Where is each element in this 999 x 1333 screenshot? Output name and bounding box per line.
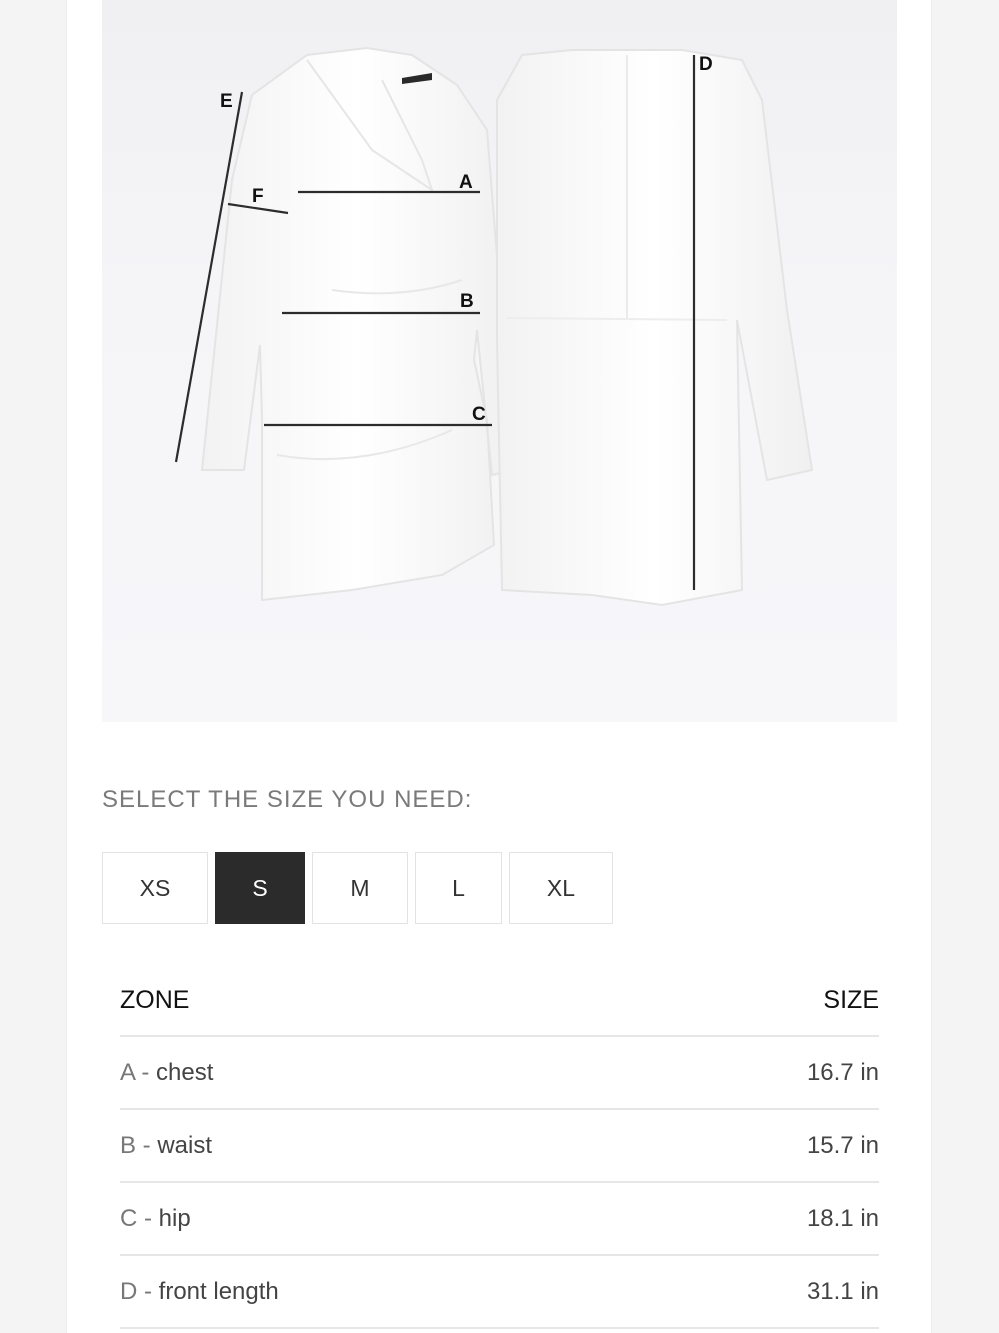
zone-cell: B - waist bbox=[120, 1132, 212, 1160]
table-row: C - hip 18.1 in bbox=[120, 1183, 879, 1256]
zone-cell: A - chest bbox=[120, 1059, 213, 1087]
size-option-xs[interactable]: XS bbox=[102, 852, 208, 924]
label-a: A bbox=[459, 172, 473, 193]
zone-cell: D - front length bbox=[120, 1278, 279, 1306]
label-c: C bbox=[472, 404, 486, 425]
size-option-l[interactable]: L bbox=[415, 852, 502, 924]
size-column-header: SIZE bbox=[823, 985, 879, 1014]
zone-column-header: ZONE bbox=[120, 985, 190, 1014]
size-table-header: ZONE SIZE bbox=[120, 965, 879, 1037]
zone-separator: - bbox=[137, 1204, 159, 1232]
label-b: B bbox=[460, 291, 474, 312]
label-f: F bbox=[252, 186, 264, 207]
zone-letter: B bbox=[120, 1131, 137, 1159]
zone-cell: C - hip bbox=[120, 1205, 191, 1233]
dress-back bbox=[496, 49, 814, 607]
size-option-s[interactable]: S bbox=[215, 852, 305, 924]
zone-separator: - bbox=[134, 1058, 157, 1086]
size-selector-title: SELECT THE SIZE YOU NEED: bbox=[102, 786, 473, 813]
zone-letter: C bbox=[120, 1204, 138, 1232]
zone-name: waist bbox=[157, 1131, 213, 1159]
label-d: D bbox=[699, 54, 713, 75]
table-row: A - chest 16.7 in bbox=[120, 1037, 879, 1110]
size-option-xl[interactable]: XL bbox=[509, 852, 613, 924]
zone-name: chest bbox=[156, 1058, 214, 1086]
size-value: 16.7 in bbox=[806, 1058, 879, 1086]
dress-front bbox=[200, 46, 514, 602]
garment-measurement-diagram: A B C D E F bbox=[102, 0, 897, 722]
label-e: E bbox=[220, 91, 233, 112]
size-option-m[interactable]: M bbox=[312, 852, 408, 924]
zone-separator: - bbox=[137, 1277, 159, 1305]
zone-letter: A bbox=[120, 1058, 135, 1086]
dress-illustration: A B C D E F bbox=[174, 46, 814, 607]
table-row: D - front length 31.1 in bbox=[120, 1256, 879, 1329]
size-table: ZONE SIZE A - chest 16.7 in B - waist 15… bbox=[120, 965, 879, 1329]
size-value: 31.1 in bbox=[806, 1277, 879, 1305]
zone-name: front length bbox=[158, 1277, 279, 1305]
table-row: B - waist 15.7 in bbox=[120, 1110, 879, 1183]
size-value: 18.1 in bbox=[806, 1204, 879, 1232]
zone-separator: - bbox=[136, 1131, 158, 1159]
zone-letter: D bbox=[120, 1277, 138, 1305]
size-value: 15.7 in bbox=[806, 1131, 879, 1159]
zone-name: hip bbox=[158, 1204, 191, 1232]
